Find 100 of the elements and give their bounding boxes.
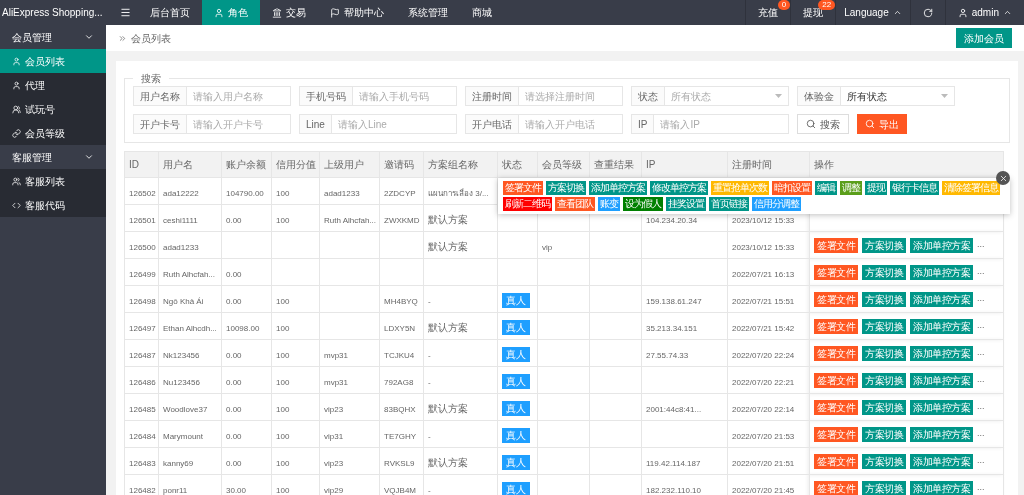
action-tag[interactable]: 添加单控方案 xyxy=(910,480,973,495)
action-tag[interactable]: 添加单控方案 xyxy=(910,318,973,334)
sidebar-item[interactable]: 试玩号 xyxy=(0,97,106,121)
select-field[interactable]: 所有状态 xyxy=(841,86,955,106)
search-button[interactable]: 搜索 xyxy=(797,114,849,134)
action-tag[interactable]: 方案切换 xyxy=(862,237,906,253)
action-tag[interactable]: 修改单控方案 xyxy=(650,181,708,195)
action-tag[interactable]: 提现 xyxy=(865,181,887,195)
close-button[interactable] xyxy=(996,171,1010,185)
action-tag[interactable]: 银行卡信息 xyxy=(890,181,939,195)
table-cell: - xyxy=(428,432,431,441)
nav-tab[interactable]: 系统管理 xyxy=(396,0,460,25)
action-tag[interactable]: 签署文件 xyxy=(814,426,858,442)
nav-tab[interactable]: 交易 xyxy=(260,0,318,25)
action-tag[interactable]: 方案切换 xyxy=(546,181,586,195)
nav-tab[interactable]: 角色 xyxy=(202,0,260,25)
more-button[interactable]: ... xyxy=(977,238,985,252)
action-tag[interactable]: 方案切换 xyxy=(862,264,906,280)
action-tag[interactable]: 签署文件 xyxy=(814,480,858,495)
more-button[interactable]: ... xyxy=(977,373,985,387)
action-tag[interactable]: 调整 xyxy=(840,181,862,195)
menu-item-icon xyxy=(12,128,21,138)
action-tag[interactable]: 查看团队 xyxy=(555,197,595,211)
sidebar-item[interactable]: 代理 xyxy=(0,73,106,97)
table-cell: 104.234.20.34 xyxy=(646,216,698,225)
action-tag[interactable]: 方案切换 xyxy=(862,426,906,442)
action-tag[interactable]: 添加单控方案 xyxy=(589,181,647,195)
action-tag[interactable]: 方案切换 xyxy=(862,318,906,334)
more-button[interactable]: ... xyxy=(977,292,985,306)
input-field[interactable]: 请输入用户名称 xyxy=(187,86,291,106)
action-tag[interactable]: 挂奖设置 xyxy=(666,197,706,211)
action-tag[interactable]: 方案切换 xyxy=(862,480,906,495)
input-field[interactable]: 请选择注册时间 xyxy=(519,86,623,106)
search-legend: 搜索 xyxy=(133,71,169,86)
action-tag[interactable]: 方案切换 xyxy=(862,399,906,415)
chevron-up-icon xyxy=(892,8,902,17)
action-tag[interactable]: 签署文件 xyxy=(814,318,858,334)
action-tag[interactable]: 签署文件 xyxy=(814,372,858,388)
table-cell: - xyxy=(428,378,431,387)
sidebar-group[interactable]: 会员管理 xyxy=(0,25,106,49)
action-tag[interactable]: 添加单控方案 xyxy=(910,264,973,280)
action-tag[interactable]: 设为假人 xyxy=(623,197,663,211)
table-cell: 126483 xyxy=(129,459,156,468)
action-tag[interactable]: 签署文件 xyxy=(814,264,858,280)
table-cell: mvp31 xyxy=(324,378,348,387)
select-field[interactable]: 所有状态 xyxy=(665,86,789,106)
input-field[interactable]: 请输入手机号码 xyxy=(353,86,457,106)
action-tag[interactable]: 方案切换 xyxy=(862,453,906,469)
export-button[interactable]: 导出 xyxy=(857,114,907,134)
action-tag[interactable]: 添加单控方案 xyxy=(910,453,973,469)
action-tag[interactable]: 编辑 xyxy=(815,181,837,195)
action-tag[interactable]: 签署文件 xyxy=(814,399,858,415)
sidebar-item[interactable]: 会员等级 xyxy=(0,121,106,145)
field-label: IP xyxy=(631,114,655,134)
more-button[interactable]: ... xyxy=(977,481,985,495)
menu-item-icon xyxy=(12,80,21,90)
add-member-button[interactable]: 添加会员 xyxy=(956,28,1012,48)
action-tag[interactable]: 添加单控方案 xyxy=(910,426,973,442)
more-button[interactable]: ... xyxy=(977,346,985,360)
action-tag[interactable]: 签署文件 xyxy=(814,291,858,307)
more-button[interactable]: ... xyxy=(977,400,985,414)
input-field[interactable]: 请输入开户电话 xyxy=(519,114,623,134)
nav-tab[interactable]: 商城 xyxy=(460,0,504,25)
status-tag: 真人 xyxy=(502,347,530,362)
action-tag[interactable]: 刷新二维码 xyxy=(503,197,552,211)
action-tag[interactable]: 信用分调整 xyxy=(752,197,801,211)
action-tag[interactable]: 签署文件 xyxy=(503,181,543,195)
action-tag[interactable]: 添加单控方案 xyxy=(910,237,973,253)
action-tag[interactable]: 账变 xyxy=(598,197,620,211)
sidebar-item[interactable]: 客服代码 xyxy=(0,193,106,217)
field-label: 手机号码 xyxy=(299,86,353,106)
more-button[interactable]: ... xyxy=(977,265,985,279)
action-tag[interactable]: 方案切换 xyxy=(862,291,906,307)
menu-icon xyxy=(119,7,131,18)
action-tag[interactable]: 方案切换 xyxy=(862,372,906,388)
input-field[interactable]: 请输入开户卡号 xyxy=(187,114,291,134)
sidebar-item[interactable]: 会员列表 xyxy=(0,49,106,73)
sidebar-group[interactable]: 客服管理 xyxy=(0,145,106,169)
action-tag[interactable]: 添加单控方案 xyxy=(910,399,973,415)
input-field[interactable]: 请输入IP xyxy=(654,114,789,134)
table-cell: 2022/07/20 21:51 xyxy=(732,459,795,468)
action-tag[interactable]: 首页链接 xyxy=(709,197,749,211)
action-tag[interactable]: 方案切换 xyxy=(862,345,906,361)
action-tag[interactable]: 暗扣设置 xyxy=(772,181,812,195)
action-tag[interactable]: 签署文件 xyxy=(814,345,858,361)
input-field[interactable]: 请输入Line xyxy=(331,114,457,134)
nav-tab[interactable]: 帮助中心 xyxy=(318,0,396,25)
action-tag[interactable]: 添加单控方案 xyxy=(910,372,973,388)
table-cell: 182.232.110.10 xyxy=(646,486,701,495)
action-tag[interactable]: 添加单控方案 xyxy=(910,291,973,307)
nav-tab[interactable]: 后台首页 xyxy=(138,0,202,25)
action-tag[interactable]: 添加单控方案 xyxy=(910,345,973,361)
action-tag[interactable]: 签署文件 xyxy=(814,453,858,469)
table-cell: 159.138.61.247 xyxy=(646,297,702,306)
more-button[interactable]: ... xyxy=(977,454,985,468)
sidebar-item[interactable]: 客服列表 xyxy=(0,169,106,193)
more-button[interactable]: ... xyxy=(977,427,985,441)
more-button[interactable]: ... xyxy=(977,319,985,333)
table-cell: Ruth Alhcfah... xyxy=(324,216,377,225)
action-tag[interactable]: 签署文件 xyxy=(814,237,858,253)
